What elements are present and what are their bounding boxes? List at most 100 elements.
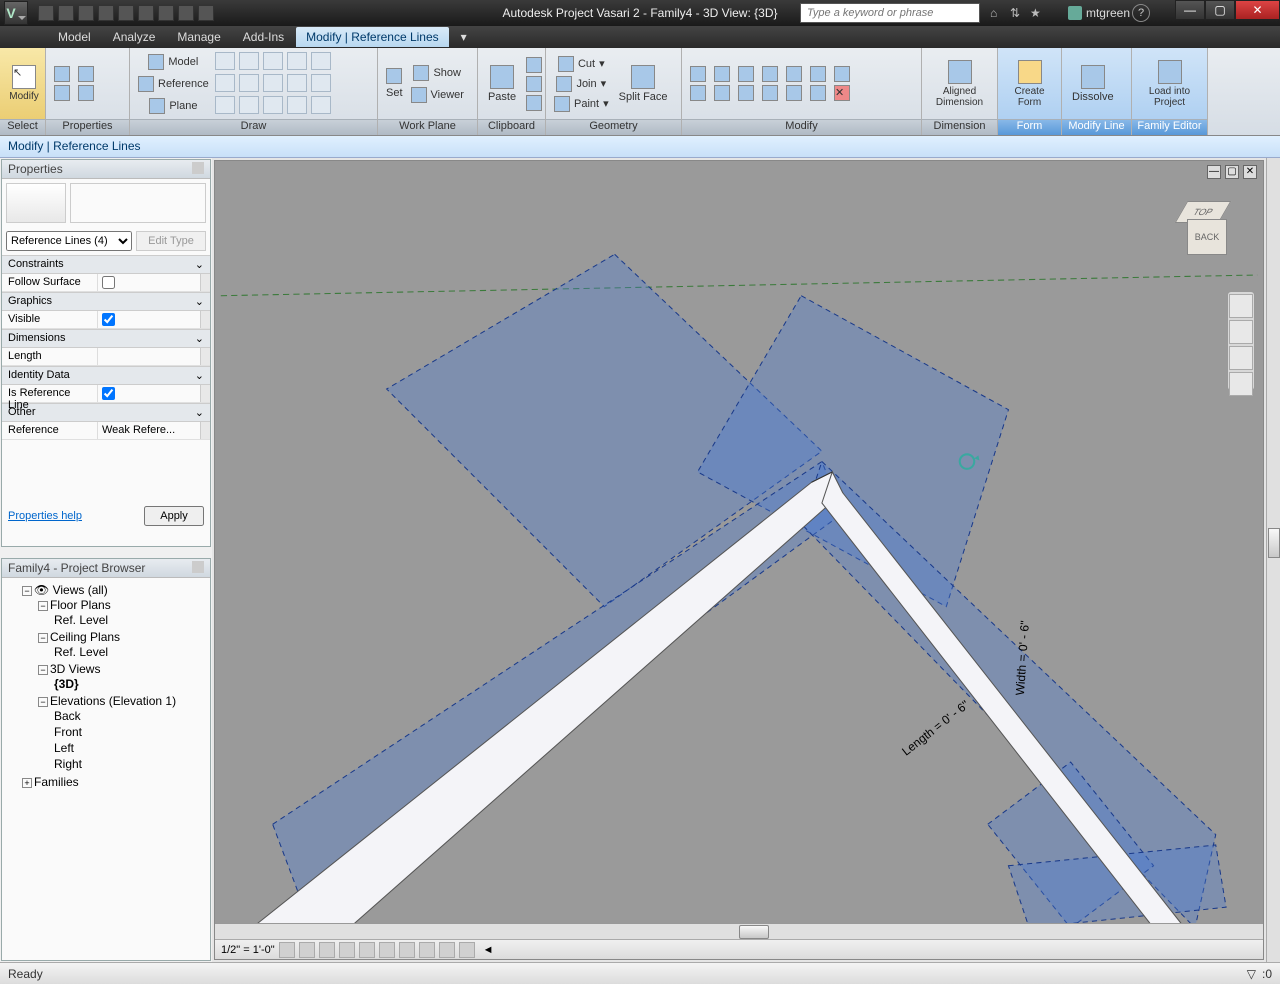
vp-minimize-button[interactable]: — [1207, 165, 1221, 179]
delete-button[interactable]: ✕ [832, 84, 852, 102]
properties-panel-header[interactable]: Properties [2, 160, 210, 179]
tree-elev-back[interactable]: Back [54, 708, 206, 724]
maximize-button[interactable]: ▢ [1205, 0, 1235, 20]
spline2-icon[interactable] [287, 96, 307, 114]
properties-button[interactable] [52, 65, 72, 83]
dissolve-button[interactable]: Dissolve [1068, 63, 1118, 105]
workplane-viewer-button[interactable]: Viewer [409, 86, 466, 104]
tree-elev-right[interactable]: Right [54, 756, 206, 772]
pick-line-icon[interactable] [239, 96, 259, 114]
tab-modify-reference-lines[interactable]: Modify | Reference Lines [296, 27, 449, 47]
copy-button[interactable] [712, 65, 732, 83]
rendering-icon[interactable] [359, 942, 375, 958]
qat-section-icon[interactable] [158, 5, 174, 21]
rect-tool-icon[interactable] [239, 52, 259, 70]
split-face-button[interactable]: Split Face [615, 63, 672, 105]
scale-button[interactable] [808, 65, 828, 83]
tree-elev-left[interactable]: Left [54, 740, 206, 756]
qat-undo-icon[interactable] [78, 5, 94, 21]
view-cube[interactable]: TOP BACK [1173, 201, 1233, 261]
hscroll-thumb[interactable] [739, 925, 769, 939]
qat-save-icon[interactable] [58, 5, 74, 21]
trim-button[interactable] [760, 65, 780, 83]
pin-icon[interactable] [192, 561, 204, 573]
reveal-hidden-icon[interactable] [459, 942, 475, 958]
qat-print-icon[interactable] [118, 5, 134, 21]
temp-hide-icon[interactable] [439, 942, 455, 958]
tab-addins[interactable]: Add-Ins [233, 27, 294, 47]
zoom-icon[interactable] [1229, 346, 1253, 370]
line-tool-icon[interactable] [215, 52, 235, 70]
ellipse-tool-icon[interactable] [311, 74, 331, 92]
follow-surface-checkbox[interactable] [102, 276, 115, 289]
circle-tool-icon[interactable] [287, 52, 307, 70]
qat-open-icon[interactable] [38, 5, 54, 21]
favorite-icon[interactable]: ★ [1030, 6, 1044, 20]
aligned-dimension-button[interactable]: Aligned Dimension [928, 58, 991, 110]
is-ref-line-checkbox[interactable] [102, 387, 115, 400]
arc3-tool-icon[interactable] [239, 74, 259, 92]
tab-analyze[interactable]: Analyze [103, 27, 166, 47]
3d-viewport[interactable]: — ▢ ✕ TOP BACK [214, 160, 1264, 960]
tree-elevations[interactable]: −Elevations (Elevation 1) Back Front Lef… [38, 693, 206, 773]
steering-wheel-icon[interactable] [1229, 294, 1253, 318]
pin-icon[interactable] [192, 162, 204, 174]
ellipse2-tool-icon[interactable] [215, 96, 235, 114]
draw-model-button[interactable]: Model [136, 53, 211, 71]
cut-clipboard-button[interactable] [524, 56, 544, 74]
prop-group-identity[interactable]: Identity Data⌄ [2, 366, 210, 385]
match-button[interactable] [524, 94, 544, 112]
browser-panel-header[interactable]: Family4 - Project Browser [2, 559, 210, 578]
vp-maximize-button[interactable]: ▢ [1225, 165, 1239, 179]
array-button[interactable] [784, 84, 804, 102]
arc-tool-icon[interactable] [311, 52, 331, 70]
properties-help-link[interactable]: Properties help [8, 510, 82, 522]
orbit-icon[interactable] [1229, 372, 1253, 396]
apply-button[interactable]: Apply [144, 506, 204, 526]
detail-level-icon[interactable] [279, 942, 295, 958]
subscription-icon[interactable]: ⌂ [990, 6, 1004, 20]
type-properties-button[interactable] [52, 84, 72, 102]
edit-type-button[interactable]: Edit Type [136, 231, 206, 251]
tree-elev-front[interactable]: Front [54, 724, 206, 740]
app-menu-button[interactable]: V [4, 1, 28, 25]
viewcube-back[interactable]: BACK [1187, 219, 1227, 255]
tree-cp-ref-level[interactable]: Ref. Level [54, 644, 206, 660]
sun-path-icon[interactable] [319, 942, 335, 958]
pan-icon[interactable] [1229, 320, 1253, 344]
qat-measure-icon[interactable] [138, 5, 154, 21]
tree-families[interactable]: +Families [22, 774, 206, 790]
tab-overflow-icon[interactable]: ▾ [451, 27, 477, 47]
tab-manage[interactable]: Manage [167, 27, 230, 47]
paint-button[interactable]: Paint▾ [552, 95, 611, 113]
type-dropdown[interactable] [70, 183, 206, 223]
unpin-button[interactable] [832, 65, 852, 83]
mirror-axis-button[interactable] [736, 84, 756, 102]
search-input[interactable] [800, 3, 980, 23]
workplane-show-button[interactable]: Show [409, 64, 466, 82]
shadows-icon[interactable] [339, 942, 355, 958]
spline-tool-icon[interactable] [287, 74, 307, 92]
filter-icon[interactable]: ▽ [1247, 967, 1256, 981]
prop-group-graphics[interactable]: Graphics⌄ [2, 292, 210, 311]
select-button[interactable]: ↖Modify [6, 63, 42, 104]
crop-region-icon[interactable] [399, 942, 415, 958]
user-menu[interactable]: mtgreen [1068, 6, 1130, 20]
viewport-vscroll[interactable] [1266, 158, 1280, 962]
tree-3d-views[interactable]: −3D Views {3D} [38, 661, 206, 693]
prop-group-dimensions[interactable]: Dimensions⌄ [2, 329, 210, 348]
prop-group-other[interactable]: Other⌄ [2, 403, 210, 422]
point-tool-icon[interactable] [263, 96, 283, 114]
tree-3d-current[interactable]: {3D} [54, 676, 206, 692]
tree-floor-plans[interactable]: −Floor Plans Ref. Level [38, 597, 206, 629]
help-button[interactable]: ? [1132, 4, 1150, 22]
viewport-hscroll[interactable] [215, 923, 1263, 939]
tree-fp-ref-level[interactable]: Ref. Level [54, 612, 206, 628]
draw-reference-button[interactable]: Reference [136, 75, 211, 93]
copy-clipboard-button[interactable] [524, 75, 544, 93]
align-button[interactable] [784, 65, 804, 83]
draw-plane-button[interactable]: Plane [136, 97, 211, 115]
paste-button[interactable]: Paste [484, 63, 520, 105]
split-button[interactable] [760, 84, 780, 102]
lock-3d-icon[interactable] [419, 942, 435, 958]
